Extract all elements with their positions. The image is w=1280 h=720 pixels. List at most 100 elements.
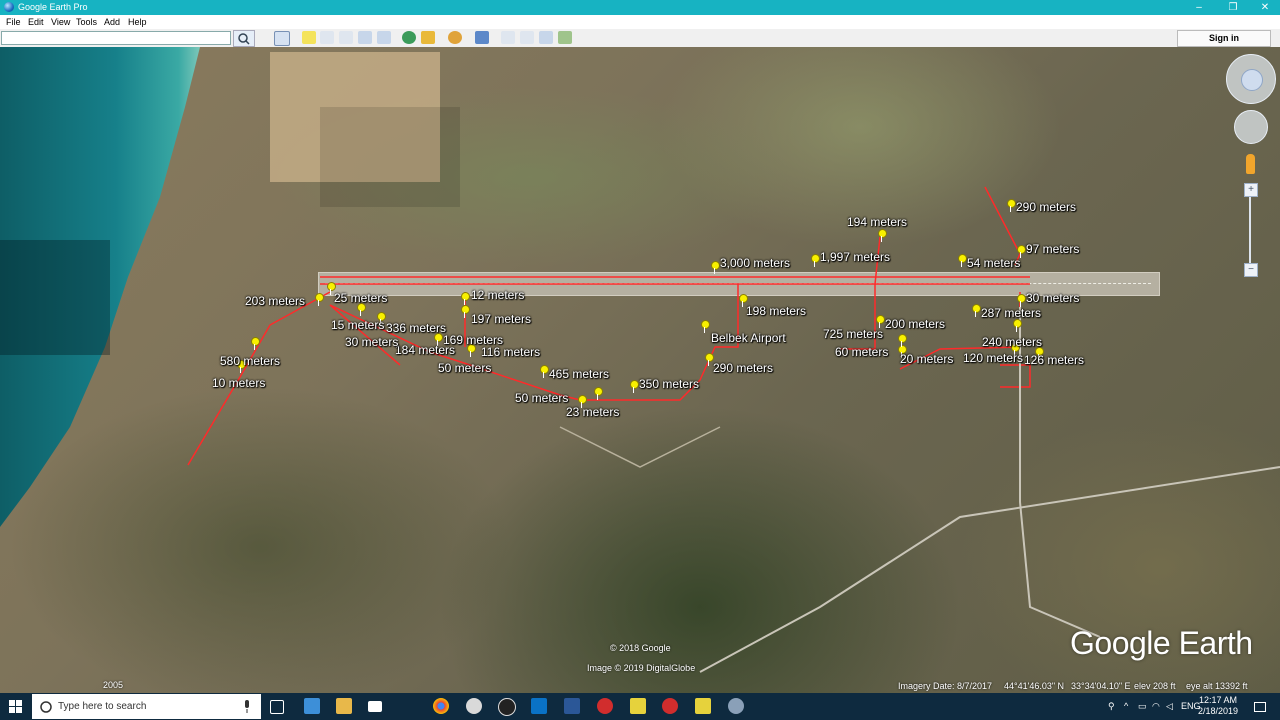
app-icon[interactable]	[466, 698, 482, 714]
store-icon[interactable]	[336, 698, 352, 714]
ruler-icon[interactable]	[475, 31, 489, 44]
menu-add[interactable]: Add	[104, 17, 120, 27]
google-earth-taskbar-icon[interactable]	[728, 698, 744, 714]
latitude: 44°41'46.03" N	[1004, 681, 1065, 691]
placemark-pin[interactable]	[593, 387, 603, 400]
app-icon[interactable]	[695, 698, 711, 714]
imagery-date: Imagery Date: 8/7/2017	[898, 681, 993, 691]
people-icon[interactable]: ⚲	[1108, 701, 1115, 712]
search-input[interactable]	[1, 31, 231, 45]
google-earth-logo: Google Earth	[1070, 625, 1253, 661]
search-button[interactable]	[233, 30, 255, 47]
path-icon[interactable]	[339, 31, 353, 44]
placemark-pin[interactable]	[460, 305, 470, 318]
measure-label: 60 meters	[835, 345, 889, 359]
placemark-pin[interactable]	[577, 395, 587, 408]
outlook-icon[interactable]	[531, 698, 547, 714]
app-icon[interactable]	[304, 698, 320, 714]
network-icon[interactable]: ◠	[1152, 701, 1160, 712]
chrome-icon[interactable]	[433, 698, 449, 714]
planets-icon[interactable]	[448, 31, 462, 44]
placemark-pin[interactable]	[1016, 245, 1026, 258]
map-view[interactable]: 3,000 meters 1,997 meters 194 meters 290…	[0, 47, 1280, 693]
measure-label: 12 meters	[471, 288, 525, 302]
sidebar-toggle-icon[interactable]	[274, 31, 290, 46]
app-icon[interactable]	[498, 698, 516, 716]
measure-label: 50 meters	[515, 391, 569, 405]
windows-start-icon[interactable]	[9, 700, 22, 713]
record-tour-icon[interactable]	[377, 31, 391, 44]
placemark-icon[interactable]	[302, 31, 316, 44]
placemark-pin[interactable]	[250, 337, 260, 350]
measure-label: 465 meters	[549, 367, 610, 381]
placemark-pin[interactable]	[738, 294, 748, 307]
battery-icon[interactable]: ▭	[1138, 701, 1147, 712]
historical-year: 2005	[103, 680, 124, 690]
measure-label: 240 meters	[982, 335, 1043, 349]
word-icon[interactable]	[564, 698, 580, 714]
zoom-out-button[interactable]: −	[1244, 263, 1258, 277]
task-view-icon[interactable]	[270, 700, 284, 714]
menu-edit[interactable]: Edit	[28, 17, 44, 27]
measure-label: 290 meters	[1016, 200, 1077, 214]
chevron-up-icon[interactable]: ^	[1124, 701, 1128, 711]
placemark-pin[interactable]	[539, 365, 549, 378]
placemark-pin[interactable]	[1016, 294, 1026, 307]
polygon-icon[interactable]	[320, 31, 334, 44]
app-icon[interactable]	[630, 698, 646, 714]
look-joystick[interactable]	[1226, 54, 1276, 104]
app-icon[interactable]	[597, 698, 613, 714]
sign-in-button[interactable]: Sign in	[1177, 30, 1271, 47]
volume-icon[interactable]: ◁	[1166, 701, 1173, 712]
taskbar-search[interactable]: Type here to search	[32, 694, 261, 719]
email-icon[interactable]	[501, 31, 515, 44]
placemark-pin[interactable]	[1006, 199, 1016, 212]
placemark-pin[interactable]	[710, 261, 720, 274]
minimize-button[interactable]: –	[1184, 0, 1214, 15]
image-overlay-icon[interactable]	[358, 31, 372, 44]
placemark-pin[interactable]	[875, 315, 885, 328]
measure-label: 203 meters	[245, 294, 306, 308]
measure-label: 1,997 meters	[820, 250, 891, 264]
placemark-pin[interactable]	[897, 334, 907, 347]
print-icon[interactable]	[520, 31, 534, 44]
measure-label: 3,000 meters	[720, 256, 791, 270]
menu-help[interactable]: Help	[128, 17, 147, 27]
placemark-pin[interactable]	[810, 254, 820, 267]
placemark-pin[interactable]	[1012, 319, 1022, 332]
mail-icon[interactable]	[368, 701, 382, 712]
menu-view[interactable]: View	[51, 17, 70, 27]
app-icon[interactable]	[662, 698, 678, 714]
placemark-pin[interactable]	[460, 292, 470, 305]
view-in-maps-icon[interactable]	[558, 31, 572, 44]
placemark-pin[interactable]	[877, 229, 887, 242]
close-button[interactable]: ✕	[1250, 0, 1280, 15]
placemark-pin[interactable]	[971, 304, 981, 317]
microphone-icon[interactable]	[243, 700, 251, 713]
placemark-pin[interactable]	[957, 254, 967, 267]
zoom-slider[interactable]	[1249, 187, 1251, 267]
placemark-pin[interactable]	[700, 320, 710, 333]
menu-file[interactable]: File	[6, 17, 21, 27]
save-image-icon[interactable]	[539, 31, 553, 44]
measure-label: 290 meters	[713, 361, 774, 375]
measure-label: 54 meters	[967, 256, 1021, 270]
clock-date: 2/18/2019	[1198, 706, 1239, 716]
clock[interactable]: 12:17 AM 2/18/2019	[1198, 695, 1238, 717]
imagery-credit: Image © 2019 DigitalGlobe	[587, 663, 696, 673]
measure-label: 350 meters	[639, 377, 700, 391]
street-view-pegman-icon[interactable]	[1246, 154, 1255, 174]
placemark-pin[interactable]	[314, 293, 324, 306]
elevation: elev 208 ft	[1134, 681, 1176, 691]
menu-tools[interactable]: Tools	[76, 17, 97, 27]
sunlight-icon[interactable]	[421, 31, 435, 44]
move-joystick[interactable]	[1234, 110, 1268, 144]
historical-imagery-icon[interactable]	[402, 31, 416, 44]
measure-label: 50 meters	[438, 361, 492, 375]
notifications-icon[interactable]	[1254, 702, 1266, 712]
maximize-button[interactable]: ❐	[1218, 0, 1248, 15]
placemark-pin[interactable]	[629, 380, 639, 393]
measure-label: 197 meters	[471, 312, 532, 326]
measure-label: 725 meters	[823, 327, 884, 341]
zoom-in-button[interactable]: +	[1244, 183, 1258, 197]
